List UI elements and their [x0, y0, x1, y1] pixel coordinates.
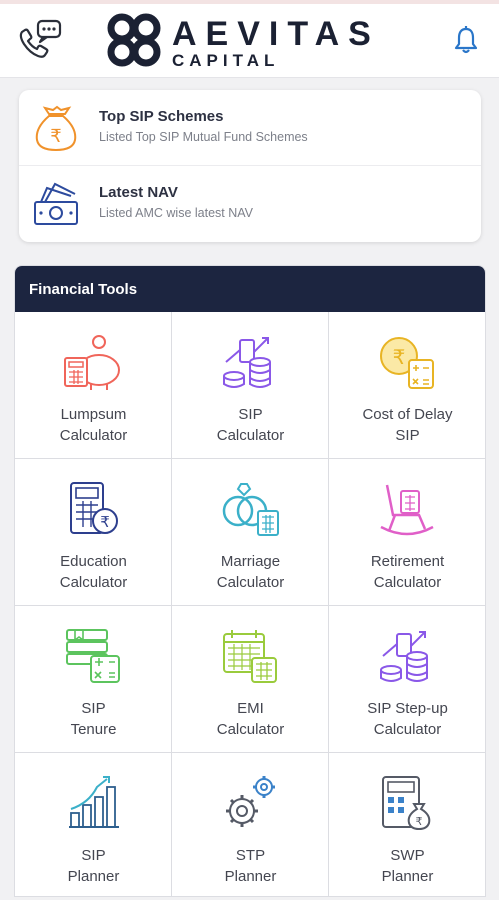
tool-label: SIP Step-up Calculator [367, 700, 448, 738]
tool-label: SIP Calculator [216, 406, 285, 444]
tool-label: Retirement Calculator [370, 553, 445, 591]
svg-text:₹: ₹ [100, 513, 110, 531]
tool-sip-tenure[interactable]: SIP Tenure [15, 606, 172, 753]
tool-sip-stepup-calculator[interactable]: SIP Step-up Calculator [329, 606, 485, 753]
tool-label: SIP Planner [67, 847, 120, 885]
calendar-grid-icon [223, 630, 277, 683]
brand-name: AEVITAS [172, 15, 380, 53]
quick-link-title: Top SIP Schemes [99, 108, 224, 125]
quick-link-latest-nav[interactable]: Latest NAV Listed AMC wise latest NAV [19, 166, 481, 242]
rupee-coin-calculator-icon: ₹ [380, 337, 434, 389]
tool-emi-calculator[interactable]: EMI Calculator [172, 606, 329, 753]
svg-text:₹: ₹ [50, 126, 61, 147]
tool-label: EMI Calculator [216, 700, 285, 738]
tool-label: Education Calculator [59, 553, 128, 591]
tool-sip-planner[interactable]: SIP Planner [15, 753, 172, 896]
call-chat-button[interactable] [16, 18, 64, 62]
financial-tools-title: Financial Tools [29, 281, 138, 298]
quick-link-subtitle: Listed AMC wise latest NAV [99, 206, 253, 220]
bell-icon [454, 26, 478, 54]
tool-cost-of-delay-sip[interactable]: ₹ Cost of Delay SIP [329, 312, 485, 459]
calculator-bag-icon: ₹ [382, 776, 431, 831]
notifications-button[interactable] [450, 24, 482, 56]
svg-text:₹: ₹ [393, 345, 406, 369]
quick-link-title: Latest NAV [99, 184, 178, 201]
gears-icon [226, 776, 275, 827]
tool-swp-planner[interactable]: ₹ SWP Planner [329, 753, 485, 896]
financial-tools-panel: Financial Tools Lumpsum Calculator SIP Cal… [14, 265, 486, 897]
tool-label: SWP Planner [381, 847, 434, 885]
cash-stack-icon [34, 182, 78, 225]
tool-lumpsum-calculator[interactable]: Lumpsum Calculator [15, 312, 172, 459]
tool-label: Lumpsum Calculator [59, 406, 128, 444]
logo-mark-icon [107, 13, 161, 67]
tool-label: Marriage Calculator [216, 553, 285, 591]
piggy-bank-calculator-icon [64, 335, 120, 390]
financial-tools-header: Financial Tools [15, 266, 485, 312]
calculator-rupee-icon: ₹ [70, 482, 118, 534]
tool-education-calculator[interactable]: ₹ Education Calculator [15, 459, 172, 606]
tool-label: SIP Tenure [70, 700, 117, 738]
tool-label: STP Planner [224, 847, 277, 885]
quick-link-subtitle: Listed Top SIP Mutual Fund Schemes [99, 130, 308, 144]
money-bag-rupee-icon: ₹ [35, 105, 77, 152]
tool-retirement-calculator[interactable]: Retirement Calculator [329, 459, 485, 606]
tool-sip-calculator[interactable]: SIP Calculator [172, 312, 329, 459]
svg-text:₹: ₹ [416, 815, 423, 828]
tool-label: Cost of Delay SIP [362, 406, 453, 444]
quick-link-top-sip[interactable]: ₹ Top SIP Schemes Listed Top SIP Mutual … [19, 90, 481, 166]
rocking-chair-icon [380, 484, 434, 536]
brand-logo: AEVITAS CAPITAL [106, 12, 396, 70]
tool-marriage-calculator[interactable]: Marriage Calculator [172, 459, 329, 606]
coins-chart-icon [223, 337, 271, 388]
app-header: AEVITAS CAPITAL [0, 0, 499, 78]
phone-chat-icon [19, 19, 62, 58]
calendar-calculator-icon [66, 629, 120, 683]
status-strip [0, 0, 499, 4]
quick-links-card: ₹ Top SIP Schemes Listed Top SIP Mutual … [19, 90, 481, 242]
rings-calculator-icon [222, 483, 279, 536]
bar-growth-icon [69, 776, 119, 828]
tool-stp-planner[interactable]: STP Planner [172, 753, 329, 896]
brand-subtitle: CAPITAL [172, 51, 280, 70]
coins-growth-icon [380, 631, 428, 682]
